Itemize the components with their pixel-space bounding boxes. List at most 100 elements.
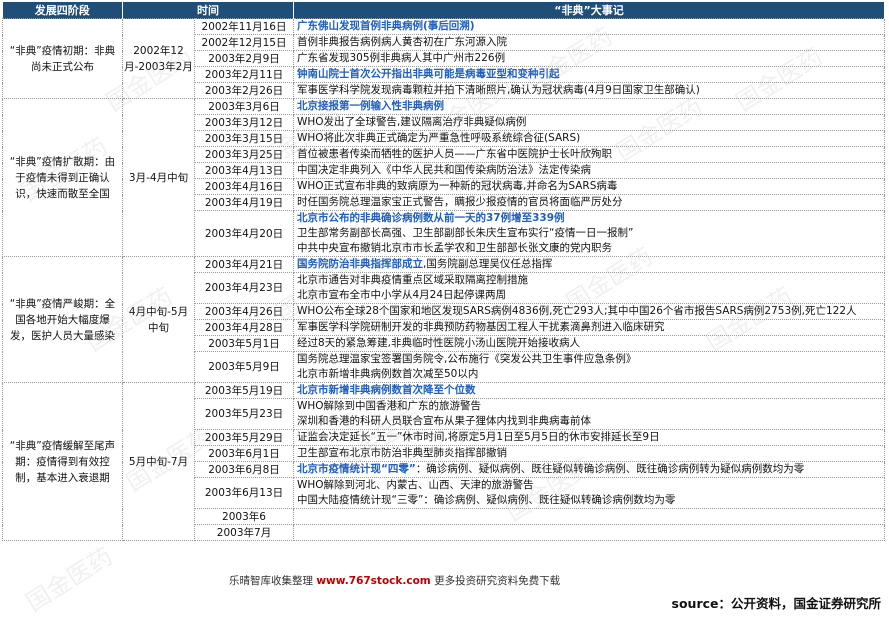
event-cell: 卫生部宣布北京市防治非典型肺炎指挥部撤销: [293, 445, 885, 462]
event-line: 北京市公布的非典确诊病例数从前一天的37例增至339例: [297, 212, 881, 227]
event-highlight: 北京接报第一例输入性非典病例: [297, 100, 444, 112]
event-line: 钟南山院士首次公开指出非典可能是病毒亚型和变种引起: [297, 68, 881, 82]
event-date: 2003年4月26日: [194, 303, 294, 320]
event-text: WHO将此次非典正式确定为严重急性呼吸系统综合征(SARS): [297, 132, 581, 144]
event-line: WHO解除到河北、内蒙古、山西、天津的旅游警告: [297, 479, 881, 494]
event-cell: WHO解除到河北、内蒙古、山西、天津的旅游警告 中国大陆疫情统计现“三零”：确诊病…: [293, 477, 885, 509]
event-date: 2003年4月20日: [194, 210, 294, 257]
phase-period: 4月中旬-5月中旬: [122, 256, 195, 383]
event-date: 2003年2月26日: [194, 82, 294, 99]
footer-url[interactable]: www.767stock.com: [316, 575, 430, 587]
event-date: 2003年5月19日: [194, 382, 294, 399]
event-line: 时任国务院总理温家宝正式警告，瞒报少报疫情的官员将面临严厉处分: [297, 196, 881, 210]
event-line: 证监会决定延长“五一”休市时间,将原定5月1日至5月5日的休市安排延长至9日: [297, 431, 881, 445]
event-text: 中共中央宣布撤销北京市市长孟学农和卫生部部长张文康的党内职务: [297, 242, 612, 254]
event-highlight: 钟南山院士首次公开指出非典可能是病毒亚型和变种引起: [297, 68, 560, 80]
event-line: 北京市新增非典病例数首次减至50以内: [297, 367, 881, 382]
event-cell: [293, 508, 885, 525]
event-line: WHO公布全球28个国家和地区发现SARS病例4836例,死亡293人;其中中国…: [297, 305, 881, 319]
event-date: 2003年6月1日: [194, 445, 294, 462]
footer-note: 乐晴智库收集整理 www.767stock.com 更多投资研究资料免费下载: [226, 573, 564, 588]
event-line: 中国决定非典列入《中华人民共和国传染病防治法》法定传染病: [297, 164, 881, 178]
event-date: 2003年3月6日: [194, 98, 294, 115]
event-cell: WHO将此次非典正式确定为严重急性呼吸系统综合征(SARS): [293, 130, 885, 147]
event-line: 北京市新增非典病例数首次降至个位数: [297, 384, 881, 398]
event-cell: 北京接报第一例输入性非典病例: [293, 98, 885, 115]
event-text: 中国决定非典列入《中华人民共和国传染病防治法》法定传染病: [297, 164, 591, 176]
event-date: 2003年3月25日: [194, 146, 294, 163]
event-highlight: 北京市新增非典病例数首次降至个位数: [297, 384, 476, 396]
event-line: WHO发出了全球警告,建议隔离治疗非典疑似病例: [297, 116, 881, 130]
event-date: 2003年7月: [194, 524, 294, 541]
event-cell: 首位被患者传染而牺牲的医护人员——广东省中医院护士长叶欣殉职: [293, 146, 885, 163]
phase-period: 3月-4月中旬: [122, 98, 195, 257]
event-date: 2003年4月21日: [194, 256, 294, 273]
event-cell: 首例非典报告病例病人黄杏初在广东河源入院: [293, 34, 885, 51]
event-text: WHO发出了全球警告,建议隔离治疗非典疑似病例: [297, 116, 527, 128]
event-line: 首位被患者传染而牺牲的医护人员——广东省中医院护士长叶欣殉职: [297, 148, 881, 162]
watermark: 国金医药: [21, 542, 118, 617]
footer-prefix: 乐晴智库收集整理: [229, 575, 313, 587]
event-highlight: 国务院防治非典指挥部成立: [297, 258, 423, 270]
event-text: WHO正式宣布非典的致病原为一种新的冠状病毒,并命名为SARS病毒: [297, 180, 618, 192]
event-text: 证监会决定延长“五一”休市时间,将原定5月1日至5月5日的休市安排延长至9日: [297, 431, 660, 443]
event-cell: 国务院防治非典指挥部成立,国务院副总理吴仪任总指挥: [293, 256, 885, 273]
table-header-row: 发展四阶段 时间 “非典”大事记: [2, 2, 885, 19]
event-cell: 广东佛山发现首例非典病例(事后回溯): [293, 18, 885, 35]
event-date: 2003年4月28日: [194, 319, 294, 336]
event-date: 2003年4月13日: [194, 162, 294, 179]
event-cell: 中国决定非典列入《中华人民共和国传染病防治法》法定传染病: [293, 162, 885, 179]
event-text: 北京市新增非典病例数首次减至50以内: [297, 368, 479, 380]
event-text: 深圳和香港的科研人员联合宣布从果子狸体内找到非典病毒前体: [297, 415, 591, 427]
event-text: 首位被患者传染而牺牲的医护人员——广东省中医院护士长叶欣殉职: [297, 148, 612, 160]
event-cell: 时任国务院总理温家宝正式警告，瞒报少报疫情的官员将面临严厉处分: [293, 194, 885, 211]
phase-period: 2002年12月-2003年2月: [122, 18, 195, 99]
phase-period: 5月中旬-7月: [122, 382, 195, 541]
event-cell: 北京市疫情统计现“四零”：确诊病例、疑似病例、既往疑似转确诊病例、既往确诊病例转…: [293, 461, 885, 478]
event-date: 2003年3月12日: [194, 114, 294, 131]
event-highlight: 广东佛山发现首例非典病例(事后回溯): [297, 20, 475, 32]
event-cell: 军事医学科学院研制开发的非典预防药物基因工程人干扰素滴鼻剂进入临床研究: [293, 319, 885, 336]
event-line: 中共中央宣布撤销北京市市长孟学农和卫生部部长张文康的党内职务: [297, 241, 881, 256]
event-cell: 经过8天的紧急筹建,非典临时性医院小汤山医院开始接收病人: [293, 335, 885, 352]
event-text: 经过8天的紧急筹建,非典临时性医院小汤山医院开始接收病人: [297, 337, 581, 349]
event-text: 卫生部宣布北京市防治非典型肺炎指挥部撤销: [297, 447, 507, 459]
events-table: 发展四阶段 时间 “非典”大事记 “非典”疫情初期：非典尚未正式公布 2002年1…: [2, 2, 885, 541]
event-line: 北京市通告对非典疫情重点区域采取隔离控制措施: [297, 274, 881, 289]
event-text: WHO公布全球28个国家和地区发现SARS病例4836例,死亡293人;其中中国…: [297, 305, 857, 317]
event-cell: 北京市通告对非典疫情重点区域采取隔离控制措施北京市宣布全市中小学从4月24日起停…: [293, 272, 885, 304]
header-events: “非典”大事记: [293, 2, 885, 19]
event-text: 时任国务院总理温家宝正式警告，瞒报少报疫情的官员将面临严厉处分: [297, 196, 623, 208]
event-text: 卫生部常务副部长高强、卫生部副部长朱庆生宣布实行“疫情一日一报制”: [297, 227, 634, 239]
event-cell: 广东省发现305例非典病人其中广州市226例: [293, 50, 885, 67]
table-row: “非典”疫情初期：非典尚未正式公布 2002年12月-2003年2月 2002年11…: [2, 18, 885, 99]
event-cell: WHO发出了全球警告,建议隔离治疗非典疑似病例: [293, 114, 885, 131]
event-line: WHO将此次非典正式确定为严重急性呼吸系统综合征(SARS): [297, 132, 881, 146]
event-date: 2003年5月1日: [194, 335, 294, 352]
event-date: 2003年5月23日: [194, 398, 294, 430]
event-line: [297, 510, 881, 524]
event-text: 广东省发现305例非典病人其中广州市226例: [297, 52, 506, 64]
event-line: WHO解除到中国香港和广东的旅游警告: [297, 400, 881, 415]
event-date: 2003年6月8日: [194, 461, 294, 478]
phase-label: “非典”疫情初期：非典尚未正式公布: [2, 18, 123, 99]
event-cell: WHO解除到中国香港和广东的旅游警告深圳和香港的科研人员联合宣布从果子狸体内找到…: [293, 398, 885, 430]
phase-label: “非典”疫情缓解至尾声期：疫情得到有效控制，基本进入衰退期: [2, 382, 123, 541]
event-cell: 军事医学科学院发现病毒颗粒并拍下清晰照片,确认为冠状病毒(4月9日国家卫生部确认…: [293, 82, 885, 99]
event-text: 北京市通告对非典疫情重点区域采取隔离控制措施: [297, 274, 528, 286]
event-text: ：确诊病例、疑似病例、既往疑似转确诊病例、既往确诊病例转为疑似病例数均为零: [415, 463, 805, 475]
event-date: 2003年5月29日: [194, 429, 294, 446]
event-date: 2003年5月9日: [194, 351, 294, 383]
event-cell: 北京市新增非典病例数首次降至个位数: [293, 382, 885, 399]
event-cell: 证监会决定延长“五一”休市时间,将原定5月1日至5月5日的休市安排延长至9日: [293, 429, 885, 446]
event-line: 卫生部宣布北京市防治非典型肺炎指挥部撤销: [297, 447, 881, 461]
event-line: 卫生部常务副部长高强、卫生部副部长朱庆生宣布实行“疫情一日一报制”: [297, 226, 881, 241]
event-highlight: 北京市疫情统计现“四零”: [297, 463, 416, 475]
event-line: 北京市宣布全市中小学从4月24日起停课两周: [297, 288, 881, 303]
event-line: 中国大陆疫情统计现“三零”：确诊病例、疑似病例、既往疑似转确诊病例数均为零: [297, 493, 881, 508]
event-text: WHO解除到中国香港和广东的旅游警告: [297, 400, 482, 412]
event-date: 2003年4月23日: [194, 272, 294, 304]
event-line: 广东佛山发现首例非典病例(事后回溯): [297, 20, 881, 34]
event-cell: 北京市公布的非典确诊病例数从前一天的37例增至339例 卫生部常务副部长高强、卫生…: [293, 210, 885, 257]
event-line: 经过8天的紧急筹建,非典临时性医院小汤山医院开始接收病人: [297, 337, 881, 351]
